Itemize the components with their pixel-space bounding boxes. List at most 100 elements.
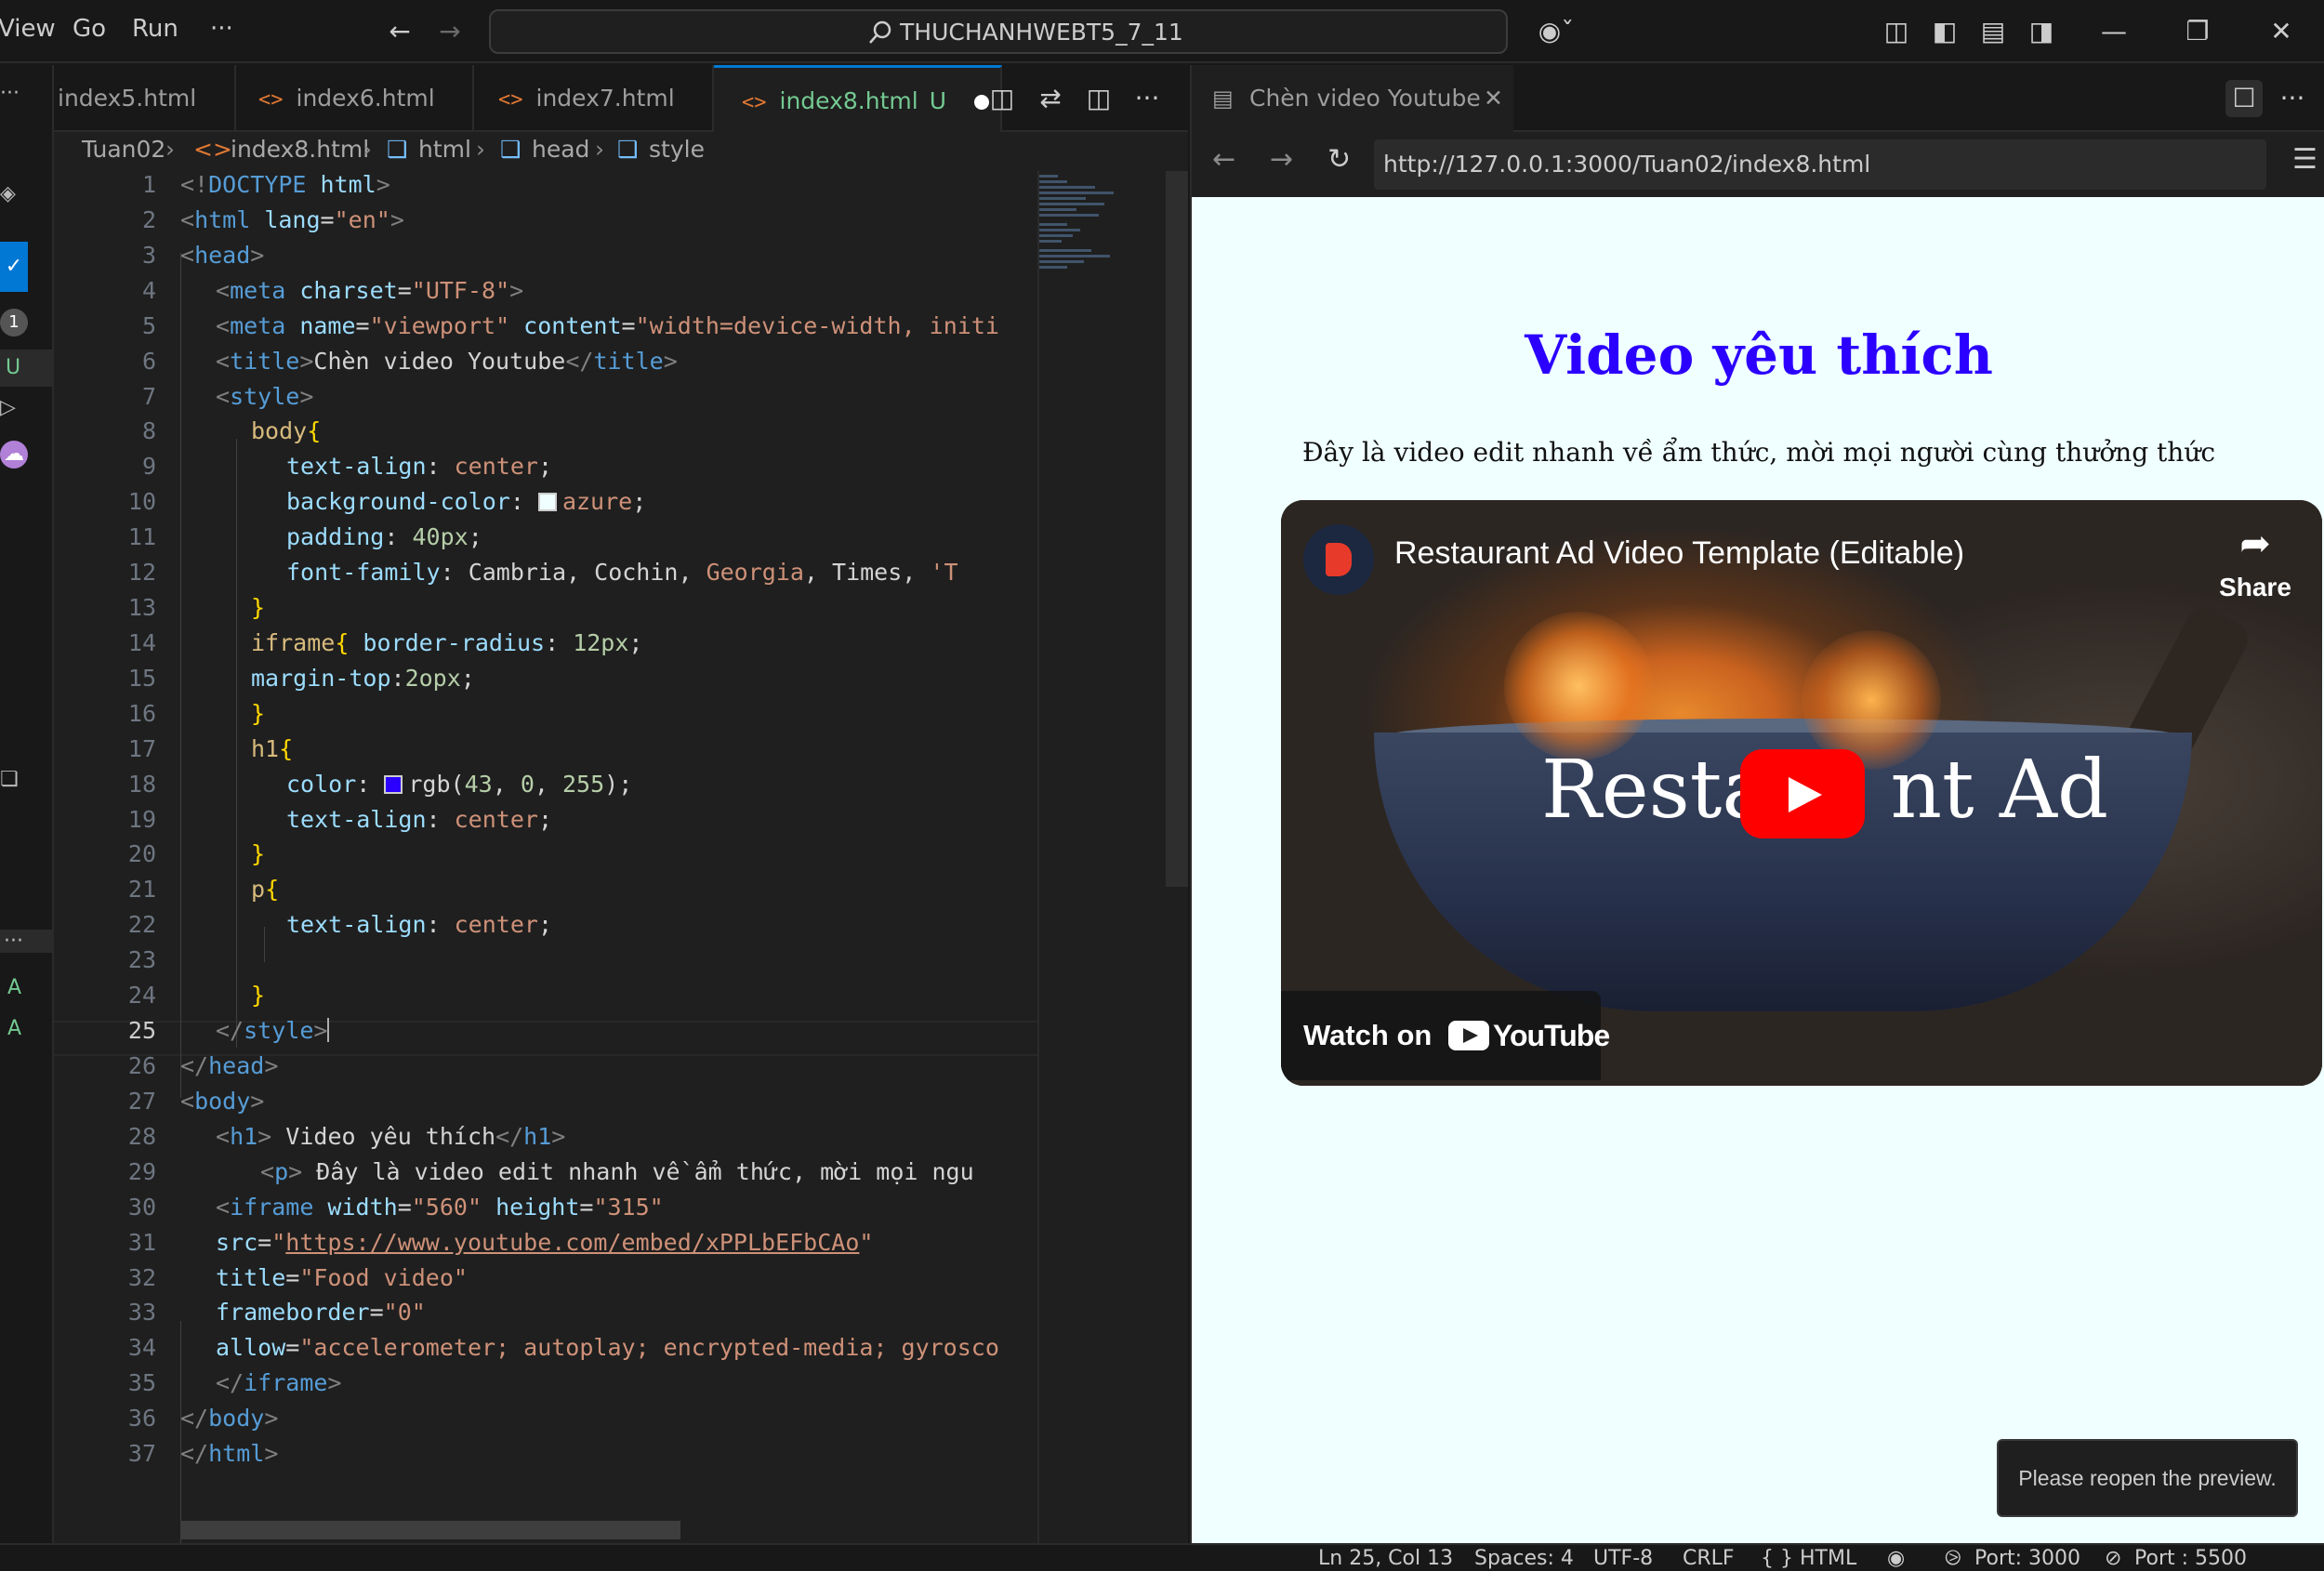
code-line-3: <head> — [180, 241, 265, 269]
video-title[interactable]: Restaurant Ad Video Template (Editable) — [1394, 535, 1964, 572]
more-icon[interactable]: ··· — [0, 82, 52, 105]
code-line-1: <!DOCTYPE html> — [180, 171, 390, 198]
youtube-embed-link[interactable]: https://www.youtube.com/embed/xPPLbEFbCA… — [285, 1229, 859, 1256]
added-marker-icon: A — [7, 976, 22, 999]
overlay-text-right: nt Ad — [1890, 744, 2109, 837]
restore-icon[interactable]: ❐ — [2179, 13, 2216, 50]
indentation[interactable]: Spaces: 4 — [1474, 1547, 1574, 1570]
minimap-line — [1039, 180, 1067, 183]
menu-go[interactable]: Go — [73, 15, 106, 43]
run-debug-icon[interactable]: ▷ — [0, 396, 52, 419]
text-cursor — [327, 1018, 330, 1043]
minimize-icon[interactable]: — — [2095, 13, 2133, 50]
element-icon: ❑ — [387, 136, 408, 163]
menu-run[interactable]: Run — [132, 15, 178, 43]
element-icon: ❑ — [500, 136, 522, 163]
open-preview-icon[interactable]: ◫ — [984, 80, 1021, 117]
toggle-secondary-sidebar-icon[interactable]: ◨ — [2023, 13, 2060, 50]
broadcast-icon: ⧁ — [1945, 1547, 1961, 1570]
cloud-icon[interactable]: ☁ — [0, 441, 28, 469]
code-editor[interactable]: 1 2 3 4 5 6 7 8 9 10 11 12 13 14 15 16 17 18 19 20 21 22 23 24 2… — [54, 171, 1188, 1543]
cursor-position[interactable]: Ln 25, Col 13 — [1318, 1547, 1453, 1570]
minimap-line — [1039, 229, 1080, 231]
new-file-icon[interactable]: ❏ — [0, 768, 52, 791]
back-arrow-icon[interactable]: ← — [381, 13, 418, 50]
breadcrumb-head[interactable]: head — [532, 136, 589, 163]
tab-index5[interactable]: index5.html — [54, 65, 236, 132]
line-number: 21 — [127, 876, 156, 904]
encoding[interactable]: UTF-8 — [1593, 1547, 1653, 1570]
language-mode[interactable]: { } HTML — [1761, 1547, 1856, 1570]
line-number: 7 — [141, 382, 156, 410]
tab-preview[interactable]: ▤ Chèn video Youtube ✕ — [1192, 65, 1513, 132]
forward-arrow-icon[interactable]: → — [1270, 143, 1293, 176]
vertical-scrollbar[interactable] — [1166, 171, 1188, 887]
remote-explorer-icon[interactable]: ◈ — [0, 182, 52, 205]
status-bar: Ln 25, Col 13 Spaces: 4 UTF-8 CRLF { } H… — [0, 1543, 2324, 1571]
indent-guide — [180, 1320, 181, 1543]
reload-icon[interactable]: ↻ — [1327, 143, 1351, 176]
command-center-search[interactable]: THUCHANHWEBT5_7_11 — [489, 9, 1508, 54]
browser-page-icon: ▤ — [1212, 86, 1234, 112]
code-lines[interactable]: <!DOCTYPE html> <html lang="en"> <head> … — [180, 171, 1091, 1543]
selected-item-icon[interactable]: ··· — [0, 930, 52, 953]
breadcrumb-file[interactable]: index8.html — [231, 136, 369, 163]
more-actions-icon[interactable]: ··· — [1129, 80, 1166, 117]
no-entry-icon: ⊘ — [2105, 1547, 2122, 1570]
line-number: 25 — [127, 1017, 156, 1045]
compare-changes-icon[interactable]: ⇄ — [1032, 80, 1069, 117]
split-editor-icon[interactable]: ◫ — [1080, 80, 1117, 117]
minimap-line — [1039, 234, 1073, 237]
search-icon — [869, 20, 891, 44]
indent-guide — [264, 927, 265, 962]
notification-toast[interactable]: Please reopen the preview. — [1997, 1439, 2298, 1517]
minimap-line — [1039, 266, 1067, 269]
line-number: 31 — [127, 1228, 156, 1256]
watch-on-youtube-button[interactable]: Watch on YouTube — [1281, 991, 1610, 1080]
back-arrow-icon[interactable]: ← — [1212, 143, 1235, 176]
tab-label: index8.html — [779, 87, 918, 114]
channel-logo-icon — [1326, 543, 1352, 576]
youtube-embed[interactable]: Restaurant Ad Video Template (Editable) … — [1281, 500, 2322, 1086]
url-input[interactable]: http://127.0.0.1:3000/Tuan02/index8.html — [1374, 139, 2266, 190]
line-number: 36 — [127, 1405, 156, 1432]
copilot-icon[interactable]: ◉ — [1887, 1547, 1905, 1570]
close-window-icon[interactable]: ✕ — [2263, 13, 2300, 50]
breadcrumb-folder[interactable]: Tuan02 — [82, 136, 165, 163]
minimap-line — [1039, 191, 1114, 194]
tab-index7[interactable]: <> index7.html — [474, 65, 714, 132]
close-icon[interactable]: ✕ — [1484, 65, 1503, 132]
forward-arrow-icon[interactable]: → — [431, 13, 469, 50]
overlay-text-left: Resta — [1541, 744, 1770, 837]
horizontal-scrollbar[interactable] — [180, 1521, 680, 1539]
live-server-port[interactable]: Port : 5500 — [2134, 1547, 2247, 1570]
play-button[interactable] — [1740, 749, 1865, 838]
chevron-right-icon: › — [363, 136, 372, 163]
toggle-panel-icon[interactable]: ▤ — [1974, 13, 2012, 50]
tab-index6[interactable]: <> index6.html — [236, 65, 474, 132]
code-line-19: text-align: center; — [286, 805, 552, 833]
source-control-icon[interactable]: ✓ — [0, 242, 28, 292]
toggle-primary-sidebar-icon[interactable]: ◧ — [1926, 13, 1963, 50]
server-port[interactable]: Port: 3000 — [1974, 1547, 2080, 1570]
menu-icon[interactable]: ☰ — [2292, 143, 2317, 176]
color-swatch-rgb[interactable] — [384, 774, 403, 794]
tab-index8[interactable]: <> index8.html U — [714, 65, 1002, 132]
breadcrumb-html[interactable]: html — [418, 136, 471, 163]
line-number: 3 — [141, 241, 156, 269]
more-actions-icon[interactable]: ··· — [2274, 80, 2311, 117]
color-swatch-azure[interactable] — [537, 493, 557, 512]
copilot-icon[interactable]: ◉ˇ — [1528, 13, 1584, 50]
breadcrumb-style[interactable]: style — [649, 136, 705, 163]
share-button[interactable]: ➦ Share — [2218, 522, 2292, 602]
end-of-line[interactable]: CRLF — [1683, 1547, 1735, 1570]
menu-more[interactable]: ··· — [210, 15, 233, 43]
channel-avatar[interactable] — [1303, 524, 1374, 595]
page-heading: Video yêu thích — [1525, 323, 1993, 387]
customize-layout-icon[interactable]: ◫ — [1878, 13, 1915, 50]
minimap[interactable] — [1037, 171, 1158, 1543]
notification-badge: 1 — [0, 309, 28, 337]
lock-icon[interactable]: ☐ — [2225, 80, 2263, 117]
code-line-29: <p> Đây là video edit nhanh về ẩm thức, … — [260, 1157, 974, 1185]
menu-view[interactable]: View — [0, 15, 56, 43]
